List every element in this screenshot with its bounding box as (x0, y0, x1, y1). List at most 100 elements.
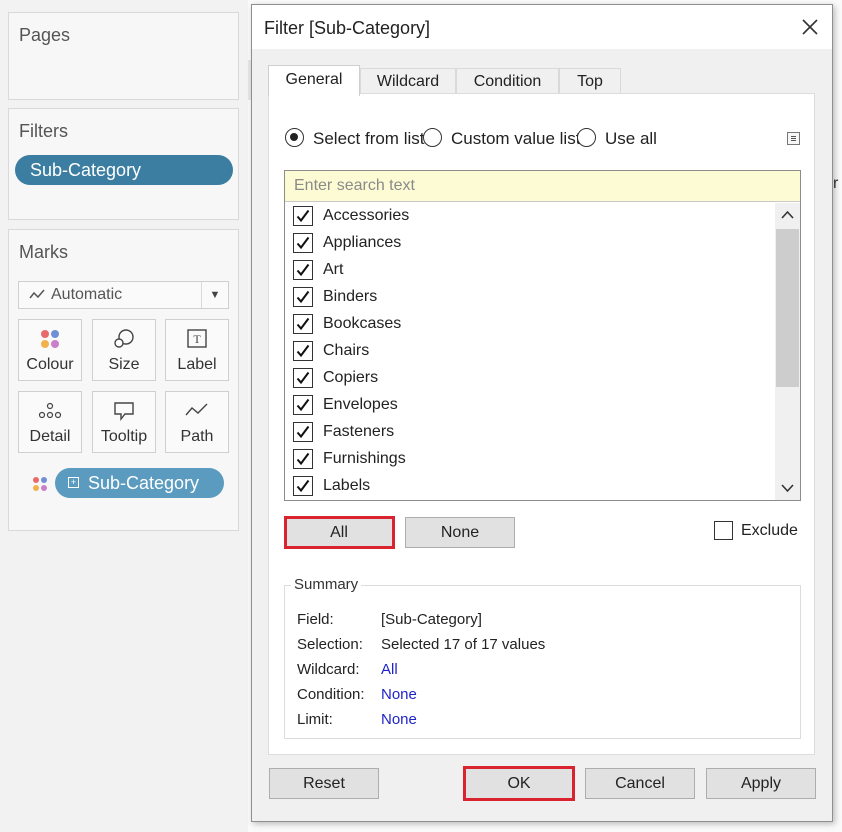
cancel-button[interactable]: Cancel (585, 768, 695, 799)
use-all-radio[interactable] (577, 128, 596, 147)
summary-condition-link[interactable]: None (381, 686, 417, 703)
marks-card: Marks Automatic ▼ Colour Size T Label De… (8, 229, 239, 531)
item-checkbox[interactable] (293, 260, 313, 280)
checkmark-icon (296, 479, 310, 493)
none-button[interactable]: None (405, 517, 515, 548)
filter-dialog: Filter [Sub-Category] General Wildcard C… (251, 4, 833, 822)
list-item[interactable]: Bookcases (285, 311, 775, 338)
custom-value-list-radio[interactable] (423, 128, 442, 147)
colour-label: Colour (26, 356, 74, 373)
filter-pill-sub-category[interactable]: Sub-Category (15, 155, 233, 185)
summary-wildcard-link[interactable]: All (381, 661, 398, 678)
list-item[interactable]: Chairs (285, 338, 775, 365)
close-icon[interactable] (800, 17, 820, 37)
chevron-down-icon[interactable]: ▼ (201, 282, 228, 308)
item-checkbox[interactable] (293, 233, 313, 253)
list-item[interactable]: Labels (285, 473, 775, 500)
search-input[interactable] (285, 171, 800, 202)
pages-shelf[interactable]: Pages (8, 12, 239, 100)
item-checkbox[interactable] (293, 449, 313, 469)
select-from-list-radio[interactable] (285, 128, 304, 147)
item-checkbox[interactable] (293, 395, 313, 415)
size-button[interactable]: Size (92, 319, 156, 381)
item-label: Copiers (323, 369, 379, 386)
value-list: Accessories Appliances Art Binders Bookcases… (284, 170, 801, 501)
item-label: Accessories (323, 207, 410, 224)
tab-general[interactable]: General (268, 65, 360, 96)
custom-value-list-label[interactable]: Custom value list (451, 129, 580, 149)
item-checkbox[interactable] (293, 287, 313, 307)
scroll-down-icon[interactable] (775, 476, 800, 500)
mark-type-label: Automatic (51, 286, 123, 303)
value-list-items: Accessories Appliances Art Binders Bookcases… (285, 203, 775, 500)
list-scrollbar[interactable] (775, 203, 800, 500)
size-label: Size (108, 356, 140, 373)
item-checkbox[interactable] (293, 314, 313, 334)
list-item[interactable]: Art (285, 257, 775, 284)
list-item[interactable]: Furnishings (285, 446, 775, 473)
exclude-checkbox[interactable] (714, 521, 733, 540)
marks-pill-sub-category[interactable]: + Sub-Category (55, 468, 224, 498)
tooltip-label: Tooltip (100, 428, 148, 445)
general-tab-panel: Select from list Custom value list Use a… (268, 93, 815, 755)
dialog-title: Filter [Sub-Category] (264, 18, 431, 38)
reset-button[interactable]: Reset (269, 768, 379, 799)
colour-button[interactable]: Colour (18, 319, 82, 381)
detail-button[interactable]: Detail (18, 391, 82, 453)
item-checkbox[interactable] (293, 476, 313, 496)
label-button[interactable]: T Label (165, 319, 229, 381)
item-checkbox[interactable] (293, 341, 313, 361)
colour-encoding-icon (31, 475, 49, 493)
exclude-label[interactable]: Exclude (741, 522, 798, 540)
tab-condition[interactable]: Condition (456, 68, 559, 94)
item-label: Furnishings (323, 450, 406, 467)
item-checkbox[interactable] (293, 206, 313, 226)
list-item[interactable]: Envelopes (285, 392, 775, 419)
label-label: Label (177, 356, 217, 373)
checkmark-icon (296, 344, 310, 358)
checkmark-icon (296, 371, 310, 385)
apply-button[interactable]: Apply (706, 768, 816, 799)
item-label: Appliances (323, 234, 402, 251)
ok-button[interactable]: OK (464, 768, 574, 799)
item-checkbox[interactable] (293, 368, 313, 388)
filters-shelf[interactable]: Filters Sub-Category (8, 108, 239, 220)
checkmark-icon (296, 452, 310, 466)
list-menu-icon[interactable] (787, 132, 800, 145)
detail-label: Detail (29, 428, 71, 445)
checkmark-icon (296, 236, 310, 250)
item-label: Labels (323, 477, 371, 494)
tooltip-icon (93, 400, 155, 422)
tooltip-button[interactable]: Tooltip (92, 391, 156, 453)
mark-type-dropdown[interactable]: Automatic ▼ (18, 281, 229, 309)
list-item[interactable]: Appliances (285, 230, 775, 257)
dialog-titlebar[interactable]: Filter [Sub-Category] (252, 5, 832, 49)
list-item[interactable]: Copiers (285, 365, 775, 392)
item-label: Art (323, 261, 344, 278)
filters-title: Filters (19, 121, 68, 141)
worksheet-glimpse-text: r (833, 175, 839, 192)
path-label: Path (180, 428, 214, 445)
checkmark-icon (296, 290, 310, 304)
summary-field-value: [Sub-Category] (381, 611, 482, 628)
summary-limit-link[interactable]: None (381, 711, 417, 728)
scroll-up-icon[interactable] (775, 203, 800, 227)
list-item[interactable]: Binders (285, 284, 775, 311)
all-button[interactable]: All (284, 517, 394, 548)
path-icon (166, 400, 228, 422)
scroll-thumb[interactable] (776, 229, 799, 387)
tab-wildcard[interactable]: Wildcard (360, 68, 456, 94)
list-item[interactable]: Fasteners (285, 419, 775, 446)
item-checkbox[interactable] (293, 422, 313, 442)
item-label: Binders (323, 288, 378, 305)
select-from-list-label[interactable]: Select from list (313, 129, 424, 149)
summary-condition-label: Condition: (297, 686, 365, 703)
summary-field-label: Field: (297, 611, 334, 628)
use-all-label[interactable]: Use all (605, 129, 657, 149)
tab-top[interactable]: Top (559, 68, 621, 94)
item-label: Fasteners (323, 423, 395, 440)
list-item[interactable]: Accessories (285, 203, 775, 230)
expand-icon[interactable]: + (68, 477, 79, 488)
checkmark-icon (296, 425, 310, 439)
path-button[interactable]: Path (165, 391, 229, 453)
